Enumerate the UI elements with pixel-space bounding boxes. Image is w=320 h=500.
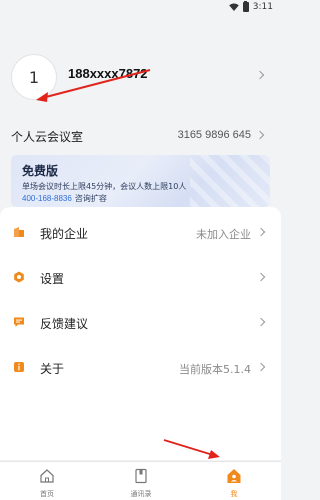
tab-me[interactable]: 我 <box>187 462 281 500</box>
chevron-right-icon <box>255 70 265 80</box>
tab-contacts[interactable]: 通讯录 <box>94 462 188 500</box>
chevron-right-icon <box>256 227 266 237</box>
menu-item-settings[interactable]: 设置 <box>0 255 281 299</box>
profile-section[interactable]: 1 188xxxx7872 个人云会议室 3165 9896 645 <box>0 16 281 156</box>
chevron-right-icon <box>256 272 266 282</box>
battery-icon <box>242 0 249 12</box>
info-icon <box>13 361 25 373</box>
tab-label: 首页 <box>40 490 54 498</box>
plan-description: 单场会议时长上限45分钟，会议人数上限10人 <box>22 182 187 191</box>
plan-card[interactable]: 免费版 单场会议时长上限45分钟，会议人数上限10人 400-168-8836 咨… <box>11 155 270 207</box>
chevron-right-icon <box>256 317 266 327</box>
tab-label: 我 <box>230 490 238 498</box>
menu-item-feedback[interactable]: 反馈建议 <box>0 300 281 344</box>
plan-title: 免费版 <box>22 164 59 178</box>
feedback-icon <box>13 316 25 328</box>
hotline-link[interactable]: 400-168-8836 <box>22 194 72 203</box>
wifi-icon <box>228 3 239 11</box>
menu-item-label: 反馈建议 <box>40 317 89 331</box>
personal-room-row[interactable]: 个人云会议室 3165 9896 645 <box>0 122 281 146</box>
home-icon <box>40 469 54 483</box>
menu-item-about[interactable]: 关于 当前版本5.1.4 <box>0 345 281 389</box>
avatar-text: 1 <box>28 67 40 87</box>
bottom-tab-bar: 首页 通讯录 我 <box>0 461 281 500</box>
status-bar: 3:11 <box>0 0 281 16</box>
personal-room-number: 3165 9896 645 <box>177 129 251 141</box>
tab-home[interactable]: 首页 <box>0 462 94 500</box>
me-icon <box>227 469 241 483</box>
menu-item-enterprise[interactable]: 我的企业 未加入企业 <box>0 210 281 254</box>
avatar[interactable]: 1 <box>11 54 57 100</box>
menu-item-label: 设置 <box>40 272 65 286</box>
status-time: 3:11 <box>252 2 273 12</box>
personal-room-label: 个人云会议室 <box>11 130 84 144</box>
menu-item-label: 关于 <box>40 362 65 376</box>
contacts-icon <box>135 468 147 484</box>
menu-item-value: 当前版本5.1.4 <box>179 363 251 376</box>
menu-list: 我的企业 未加入企业 设置 反馈建议 关于 当前版本5.1.4 <box>0 207 281 460</box>
settings-icon <box>13 271 25 283</box>
tab-label: 通讯录 <box>130 490 152 498</box>
status-icons: 3:11 <box>228 0 273 12</box>
enterprise-icon <box>13 226 25 238</box>
user-phone: 188xxxx7872 <box>68 66 148 81</box>
chevron-right-icon <box>255 130 265 140</box>
plan-hotline-line: 400-168-8836 咨询扩容 <box>22 193 107 204</box>
hotline-text: 咨询扩容 <box>74 194 107 203</box>
menu-item-label: 我的企业 <box>40 227 89 241</box>
menu-item-value: 未加入企业 <box>196 228 251 241</box>
chevron-right-icon <box>256 362 266 372</box>
